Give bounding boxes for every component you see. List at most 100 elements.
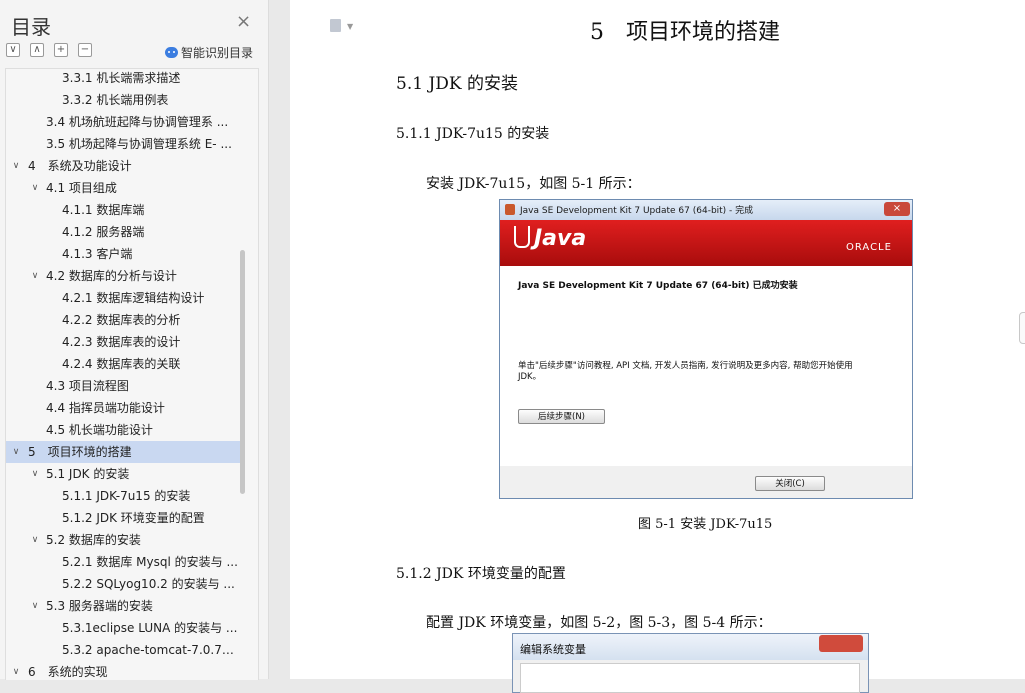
toc-item-label: 4.2.1 数据库逻辑结构设计 [62, 291, 205, 305]
toc-item-label: 5.3 服务器端的安装 [46, 599, 153, 613]
toc-item[interactable]: 5.3.1eclipse LUNA 的安装与 ... [6, 617, 240, 639]
chevron-down-icon[interactable]: ∨ [30, 529, 40, 551]
toc-item[interactable]: 3.3.1 机长端需求描述 [6, 69, 240, 89]
toc-item[interactable]: 4.1.2 服务器端 [6, 221, 240, 243]
add-level-icon[interactable]: + [54, 43, 68, 57]
chevron-down-icon[interactable]: ∨ [11, 441, 21, 463]
toc-item-label: 4.4 指挥员端功能设计 [46, 401, 165, 415]
toc-item-label: 4 系统及功能设计 [28, 159, 132, 173]
chapter-title: 5 项目环境的搭建 [590, 20, 780, 45]
remove-level-icon[interactable]: − [78, 43, 92, 57]
toc-item[interactable]: ∨ 4.2 数据库的分析与设计 [6, 265, 240, 287]
toc-item[interactable]: 4.3 项目流程图 [6, 375, 240, 397]
toc-item-label: 3.4 机场航班起降与协调管理系 ... [46, 115, 229, 129]
expand-all-icon[interactable]: ∧ [30, 43, 44, 57]
smart-toc-button[interactable]: 智能识别目录 [165, 44, 253, 61]
toc-item[interactable]: 4.4 指挥员端功能设计 [6, 397, 240, 419]
toc-item[interactable]: 4.5 机长端功能设计 [6, 419, 240, 441]
toc-title: 目录 [11, 15, 51, 39]
java-app-icon [505, 204, 515, 215]
toc-item[interactable]: 5.3.2 apache-tomcat-7.0.77 ... [6, 639, 240, 661]
toc-item-label: 5.3.2 apache-tomcat-7.0.77 ... [62, 643, 238, 657]
jdk-install-dialog-figure: Java SE Development Kit 7 Update 67 (64-… [499, 199, 913, 499]
toc-item-label: 4.1.2 服务器端 [62, 225, 145, 239]
toc-item[interactable]: 4.2.3 数据库表的设计 [6, 331, 240, 353]
section-title: 5.1 JDK 的安装 [396, 74, 518, 94]
chevron-down-icon[interactable]: ▼ [347, 22, 353, 31]
dialog-close-icon: × [884, 202, 910, 216]
java-logo: Java [514, 226, 586, 251]
chevron-down-icon[interactable]: ∨ [30, 265, 40, 287]
next-steps-button: 后续步骤(N) [518, 409, 605, 424]
dialog-close-button: 关闭(C) [755, 476, 825, 491]
toc-item[interactable]: ∨ 5.1 JDK 的安装 [6, 463, 240, 485]
toc-item[interactable]: ∨ 6 系统的实现 [6, 661, 240, 680]
next-steps-description: 单击"后续步骤"访问教程, API 文档, 开发人员指南, 发行说明及更多内容,… [518, 361, 853, 382]
toc-item[interactable]: ∨ 5 项目环境的搭建 [6, 441, 240, 463]
chevron-down-icon[interactable]: ∨ [30, 463, 40, 485]
dialog-body: Java SE Development Kit 7 Update 67 (64-… [500, 266, 912, 466]
chevron-down-icon[interactable]: ∨ [30, 177, 40, 199]
figure-caption: 图 5-1 安装 JDK-7u15 [638, 517, 773, 532]
side-handle[interactable] [1019, 312, 1025, 344]
toc-item-label: 5.1.1 JDK-7u15 的安装 [62, 489, 191, 503]
toc-item[interactable]: 4.1.1 数据库端 [6, 199, 240, 221]
toc-item-label: 4.2.3 数据库表的设计 [62, 335, 181, 349]
toc-item[interactable]: ∨ 4 系统及功能设计 [6, 155, 240, 177]
toc-item-label: 6 系统的实现 [28, 665, 108, 679]
dialog-titlebar: Java SE Development Kit 7 Update 67 (64-… [500, 200, 912, 220]
toc-item-label: 4.2.2 数据库表的分析 [62, 313, 181, 327]
chevron-down-icon[interactable]: ∨ [11, 155, 21, 177]
toc-item[interactable]: 5.2.2 SQLyog10.2 的安装与 ... [6, 573, 240, 595]
toc-panel: 目录 × ∨ ∧ + − 智能识别目录 3.3.1 机长端需求描述 3.3.2 机… [0, 0, 269, 680]
robot-icon [165, 47, 178, 58]
toc-list[interactable]: 3.3.1 机长端需求描述 3.3.2 机长端用例表 3.4 机场航班起降与协调管理… [5, 68, 259, 680]
toc-item[interactable]: ∨ 5.2 数据库的安装 [6, 529, 240, 551]
toc-item-label: 4.2 数据库的分析与设计 [46, 269, 177, 283]
dialog2-close-icon [819, 635, 863, 652]
toc-item[interactable]: 5.2.1 数据库 Mysql 的安装与 ... [6, 551, 240, 573]
toc-item-label: 3.5 机场起降与协调管理系统 E- ... [46, 137, 232, 151]
toc-item[interactable]: ∨ 5.3 服务器端的安装 [6, 595, 240, 617]
toc-item[interactable]: 5.1.1 JDK-7u15 的安装 [6, 485, 240, 507]
subsection-title-1: 5.1.1 JDK-7u15 的安装 [396, 126, 550, 142]
toc-scrollbar[interactable] [240, 250, 245, 494]
chevron-down-icon[interactable]: ∨ [11, 661, 21, 680]
smart-toc-label: 智能识别目录 [181, 46, 254, 60]
document-icon[interactable] [330, 19, 341, 32]
toc-item-label: 3.3.2 机长端用例表 [62, 93, 169, 107]
subsection-title-2: 5.1.2 JDK 环境变量的配置 [396, 566, 566, 582]
toc-item-label: 4.1.1 数据库端 [62, 203, 145, 217]
paragraph-2: 配置 JDK 环境变量，如图 5-2，图 5-3，图 5-4 所示： [426, 615, 772, 631]
close-icon[interactable]: × [236, 13, 251, 31]
coffee-cup-icon [514, 226, 530, 248]
oracle-logo: ORACLE [846, 242, 892, 253]
edit-variable-dialog-figure: 编辑系统变量 [512, 633, 869, 693]
dialog2-titlebar: 编辑系统变量 [513, 634, 868, 660]
toc-item-label: 4.1 项目组成 [46, 181, 117, 195]
java-banner: Java ORACLE [500, 220, 912, 266]
toc-item-label: 5.2.1 数据库 Mysql 的安装与 ... [62, 555, 238, 569]
toc-item[interactable]: 5.1.2 JDK 环境变量的配置 [6, 507, 240, 529]
toc-item-label: 5.1 JDK 的安装 [46, 467, 130, 481]
toc-item[interactable]: 3.3.2 机长端用例表 [6, 89, 240, 111]
toc-item[interactable]: 3.4 机场航班起降与协调管理系 ... [6, 111, 240, 133]
dialog2-title: 编辑系统变量 [520, 643, 586, 656]
toc-item[interactable]: ∨ 4.1 项目组成 [6, 177, 240, 199]
install-success-text: Java SE Development Kit 7 Update 67 (64-… [518, 281, 798, 291]
toc-item[interactable]: 4.2.4 数据库表的关联 [6, 353, 240, 375]
toc-item-label: 5.2.2 SQLyog10.2 的安装与 ... [62, 577, 235, 591]
toc-item-label: 4.3 项目流程图 [46, 379, 129, 393]
toc-item-label: 4.5 机长端功能设计 [46, 423, 153, 437]
toc-item[interactable]: 4.1.3 客户端 [6, 243, 240, 265]
dialog2-content [520, 663, 860, 693]
dialog-title: Java SE Development Kit 7 Update 67 (64-… [520, 206, 754, 216]
chevron-down-icon[interactable]: ∨ [30, 595, 40, 617]
collapse-all-icon[interactable]: ∨ [6, 43, 20, 57]
toc-item[interactable]: 4.2.2 数据库表的分析 [6, 309, 240, 331]
paragraph-1: 安装 JDK-7u15，如图 5-1 所示： [426, 176, 641, 192]
toc-item[interactable]: 3.5 机场起降与协调管理系统 E- ... [6, 133, 240, 155]
toc-item-label: 5 项目环境的搭建 [28, 445, 132, 459]
toc-item[interactable]: 4.2.1 数据库逻辑结构设计 [6, 287, 240, 309]
toc-item-label: 5.2 数据库的安装 [46, 533, 141, 547]
